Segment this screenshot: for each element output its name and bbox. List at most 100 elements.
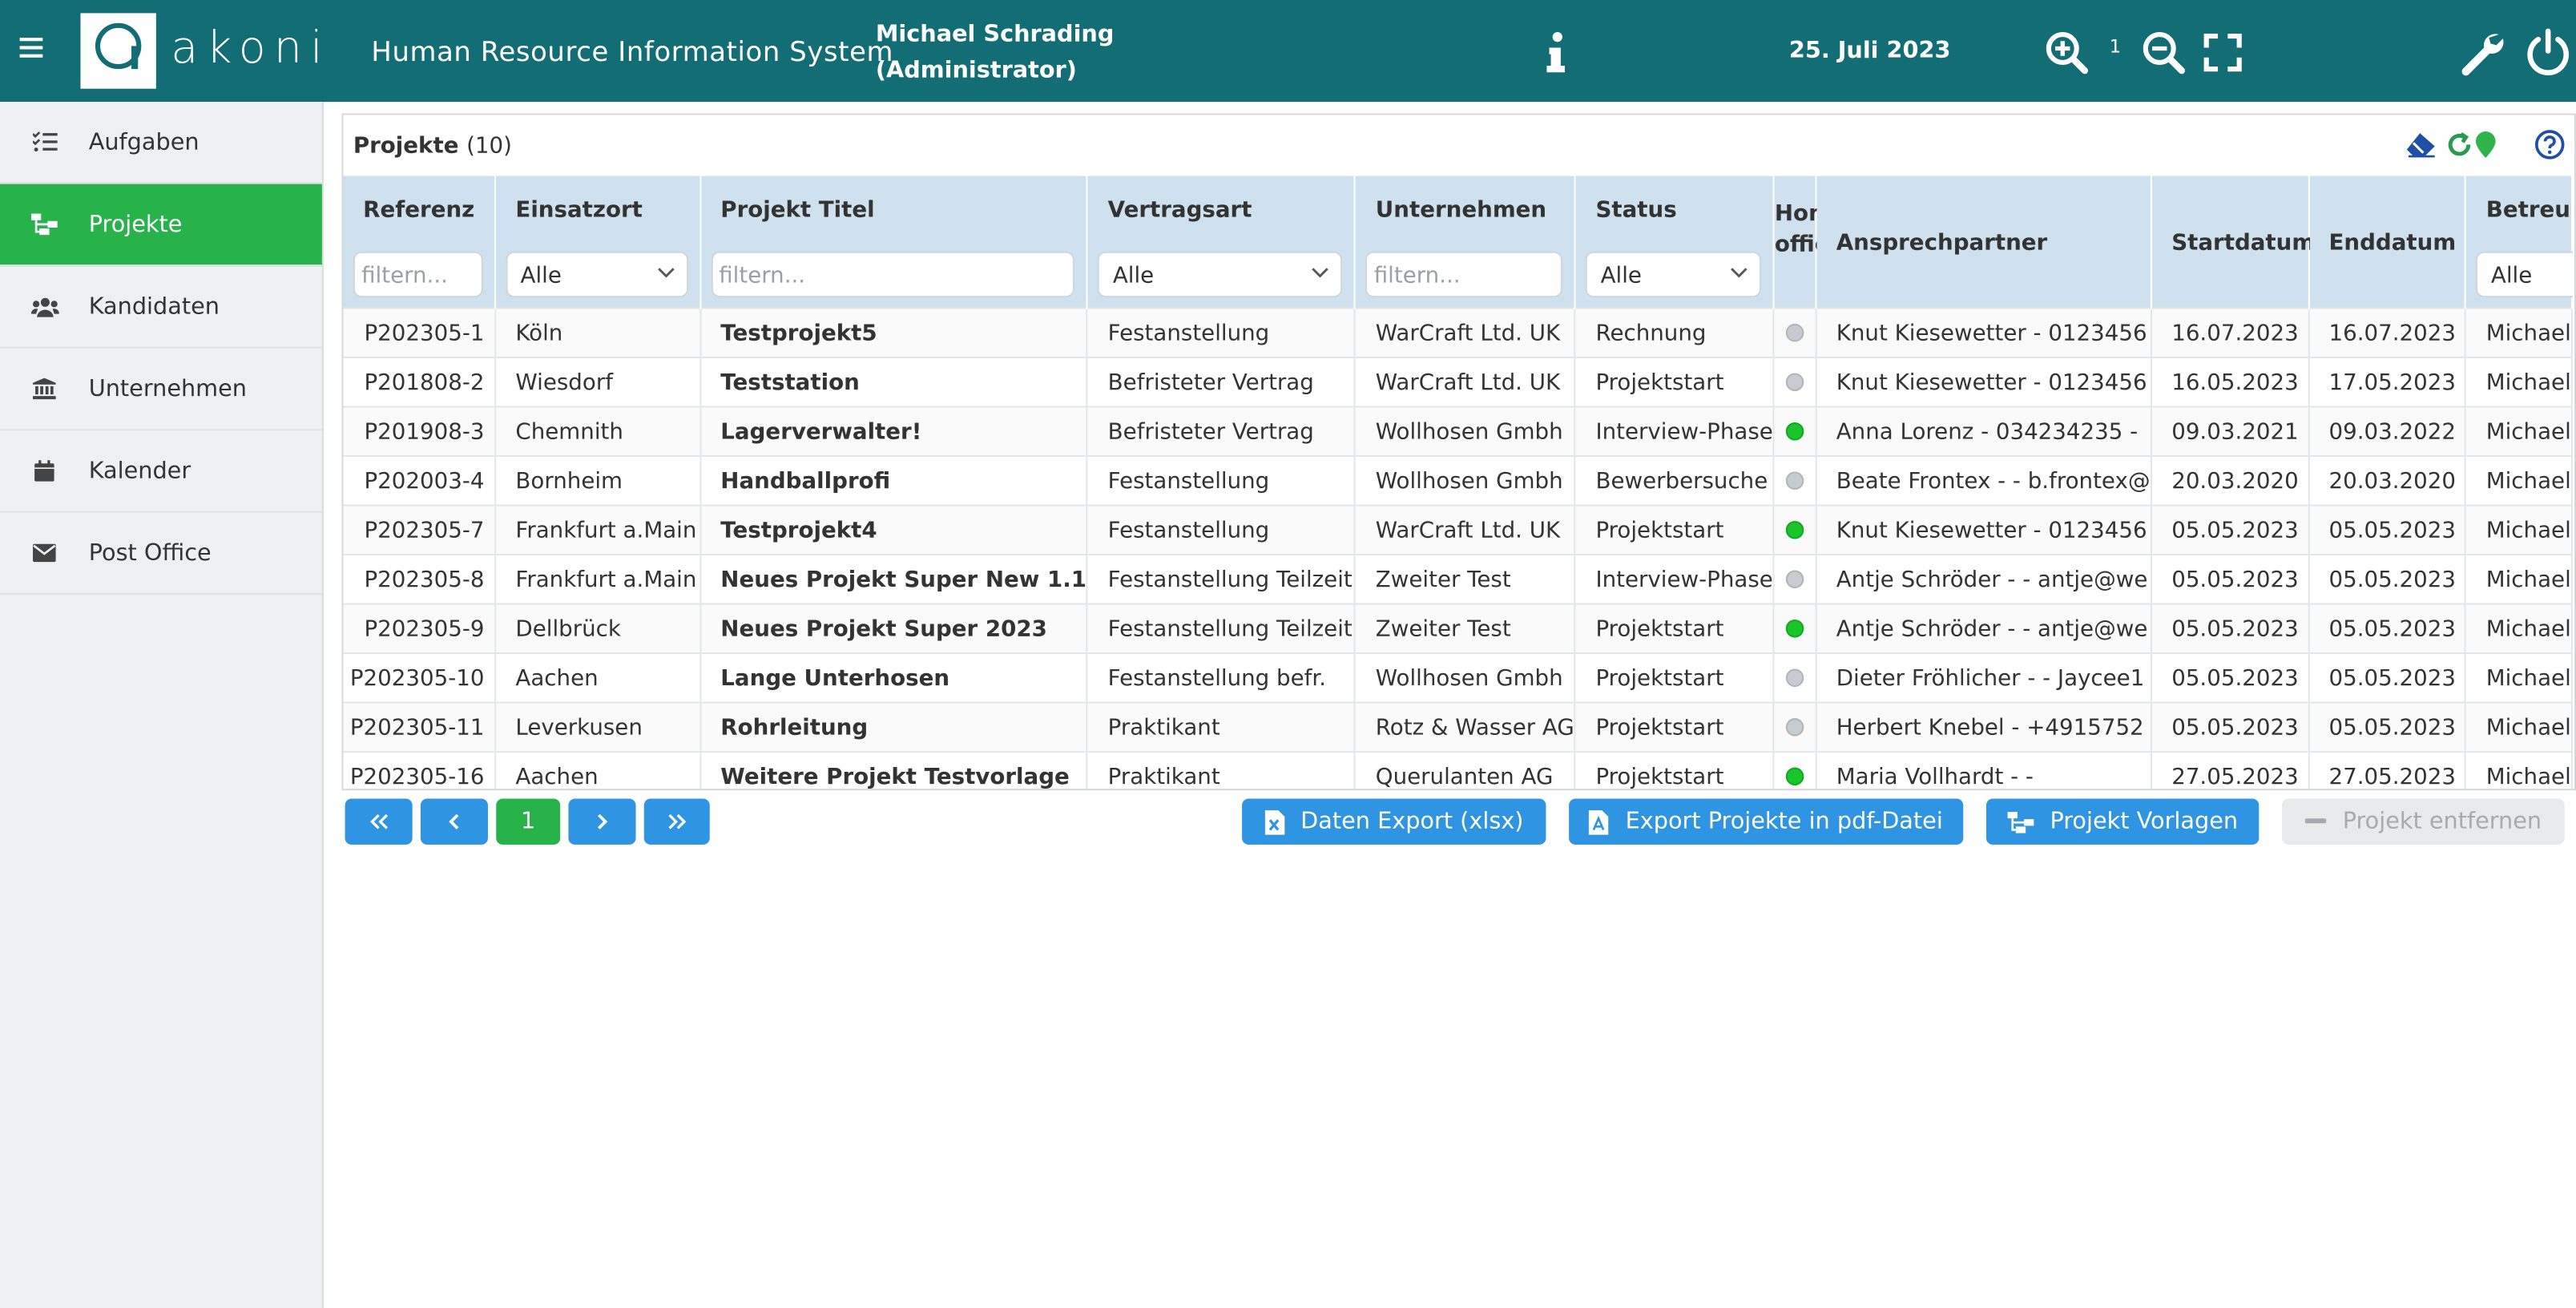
info-icon[interactable] [1544,31,1567,81]
cell-status: Projektstart [1574,751,1775,789]
cell-betreu: Michael [2465,454,2573,506]
cell-ort: Köln [494,307,701,357]
cell-titel: Teststation [699,356,1089,407]
cell-ref: P202305-10 [343,652,496,703]
menu-icon[interactable] [19,38,43,63]
remove-project-button[interactable]: Projekt entfernen [2282,798,2565,845]
file-pdf-icon [1589,809,1610,834]
home-office-no-icon [1785,668,1804,688]
pager-next-button[interactable] [568,798,636,845]
eraser-icon[interactable] [2405,131,2438,158]
location-pin-icon[interactable] [2475,131,2496,158]
col-header-unternehmen[interactable]: Unternehmen filtern... [1355,176,1576,309]
cell-vertrag: Festanstellung [1087,504,1357,555]
filter-titel-input[interactable]: filtern... [710,251,1075,298]
filter-referenz-input[interactable]: filtern... [353,251,483,298]
cell-ref: P202305-8 [343,553,496,604]
col-header-einsatzort[interactable]: Einsatzort Alle [494,176,701,309]
cell-titel: Neues Projekt Super New 1.1 [699,553,1089,604]
chevron-down-icon [657,268,674,278]
cell-ort: Frankfurt a.Main [494,553,701,604]
cell-ende: 05.05.2023 [2308,504,2467,555]
export-xlsx-button[interactable]: Daten Export (xlsx) [1242,798,1546,845]
projects-table: Referenz filtern... Einsatzort Alle Proj… [343,176,2573,789]
cell-ref: P202003-4 [343,454,496,506]
panel-title-text: Projekte [353,133,459,159]
col-header-home-office[interactable]: Home office [1773,176,1847,309]
sidebar-item-aufgaben[interactable]: Aufgaben [0,102,322,184]
cell-vertrag: Festanstellung [1087,454,1357,506]
col-header-enddatum[interactable]: Enddatum [2308,176,2467,309]
pager-prev-button[interactable] [420,798,488,845]
panel-header: Projekte (10) [344,115,2574,176]
fullscreen-icon[interactable] [2203,33,2243,79]
sidebar-item-projekte[interactable]: Projekte [0,184,322,267]
col-header-ansprechpartner[interactable]: Ansprechpartner [1816,176,2152,309]
pager-first-button[interactable] [345,798,413,845]
table-row[interactable]: P202305-11 Leverkusen Rohrleitung Praktikan… [343,701,2573,753]
envelope-icon [0,543,89,563]
cell-status: Projektstart [1574,652,1775,703]
col-header-vertragsart[interactable]: Vertragsart Alle [1087,176,1357,309]
table-row[interactable]: P202305-8 Frankfurt a.Main Neues Projekt S… [343,553,2573,604]
help-icon[interactable] [2534,130,2565,159]
table-row[interactable]: P202003-4 Bornheim Handballprofi Festanstel… [343,454,2573,506]
table-row[interactable]: P202305-7 Frankfurt a.Main Testprojekt4 Fes… [343,504,2573,555]
table-row[interactable]: P202305-16 Aachen Weitere Projekt Testvorl… [343,751,2573,789]
cell-ansprech: Knut Kiesewetter - 0123456 [1816,307,2152,357]
col-header-projekt-titel[interactable]: Projekt Titel filtern... [699,176,1089,309]
cell-status: Interview-Phase [1574,553,1775,604]
cell-ort: Leverkusen [494,701,701,753]
projects-panel: Projekte (10) Referenz filtern... Einsat… [341,113,2576,791]
filter-status-select[interactable]: Alle [1586,251,1762,298]
cell-status: Projektstart [1574,701,1775,753]
filter-betreuer-select[interactable]: Alle [2476,251,2573,298]
col-header-status[interactable]: Status Alle [1574,176,1775,309]
cell-firma: WarCraft Ltd. UK [1355,356,1576,407]
power-icon[interactable] [2525,28,2570,84]
wrench-icon[interactable] [2456,28,2505,84]
table-row[interactable]: P202305-1 Köln Testprojekt5 Festanstellung W… [343,307,2573,357]
cell-ort: Aachen [494,751,701,789]
cell-ref: P201808-2 [343,356,496,407]
zoom-in-icon[interactable] [2044,30,2090,83]
table-row[interactable]: P202305-10 Aachen Lange Unterhosen Festanst… [343,652,2573,703]
cell-home-office [1773,454,1817,506]
cell-firma: Wollhosen Gmbh [1355,652,1576,703]
cell-ansprech: Knut Kiesewetter - 0123456 [1816,356,2152,407]
refresh-icon[interactable] [2446,131,2473,158]
col-header-startdatum[interactable]: Startdatum [2151,176,2315,309]
cell-betreu: Michael [2465,652,2573,703]
sidebar-item-post-office[interactable]: Post Office [0,513,322,595]
table-row[interactable]: P202305-9 Dellbrück Neues Projekt Super 20… [343,603,2573,654]
table-row[interactable]: P201808-2 Wiesdorf Teststation Befristeter … [343,356,2573,407]
top-bar: akoni Human Resource Information System … [0,0,2576,103]
sidebar-item-kandidaten[interactable]: Kandidaten [0,266,322,349]
sitemap-icon [2007,810,2034,833]
sidebar-item-unternehmen[interactable]: Unternehmen [0,349,322,431]
pager-current-page[interactable]: 1 [496,798,561,845]
filter-einsatzort-select[interactable]: Alle [506,251,688,298]
cell-titel: Handballprofi [699,454,1089,506]
cell-ort: Wiesdorf [494,356,701,407]
export-pdf-button[interactable]: Export Projekte in pdf-Datei [1569,798,1964,845]
sidebar: Aufgaben Projekte Kandidaten Unternehmen… [0,102,324,1308]
cell-ansprech: Antje Schröder - - antje@we [1816,553,2152,604]
col-header-betreuer[interactable]: Betreu Alle [2465,176,2573,309]
double-chevron-left-icon [369,813,388,830]
filter-unternehmen-input[interactable]: filtern... [1365,251,1563,298]
col-header-referenz[interactable]: Referenz filtern... [343,176,496,309]
sidebar-item-kalender[interactable]: Kalender [0,430,322,513]
cell-betreu: Michael [2465,406,2573,456]
sidebar-item-label: Unternehmen [88,375,248,402]
pager-last-button[interactable] [643,798,710,845]
filter-vertragsart-select[interactable]: Alle [1098,251,1343,298]
cell-ansprech: Dieter Fröhlicher - - Jaycee1 [1816,652,2152,703]
cell-ort: Frankfurt a.Main [494,504,701,555]
cell-titel: Neues Projekt Super 2023 [699,603,1089,654]
cell-ansprech: Maria Vollhardt - - [1816,751,2152,789]
zoom-out-icon[interactable] [2141,30,2187,83]
home-office-no-icon [1785,323,1804,342]
table-row[interactable]: P201908-3 Chemnith Lagerverwalter! Befriste… [343,406,2573,456]
project-templates-button[interactable]: Projekt Vorlagen [1985,798,2260,845]
